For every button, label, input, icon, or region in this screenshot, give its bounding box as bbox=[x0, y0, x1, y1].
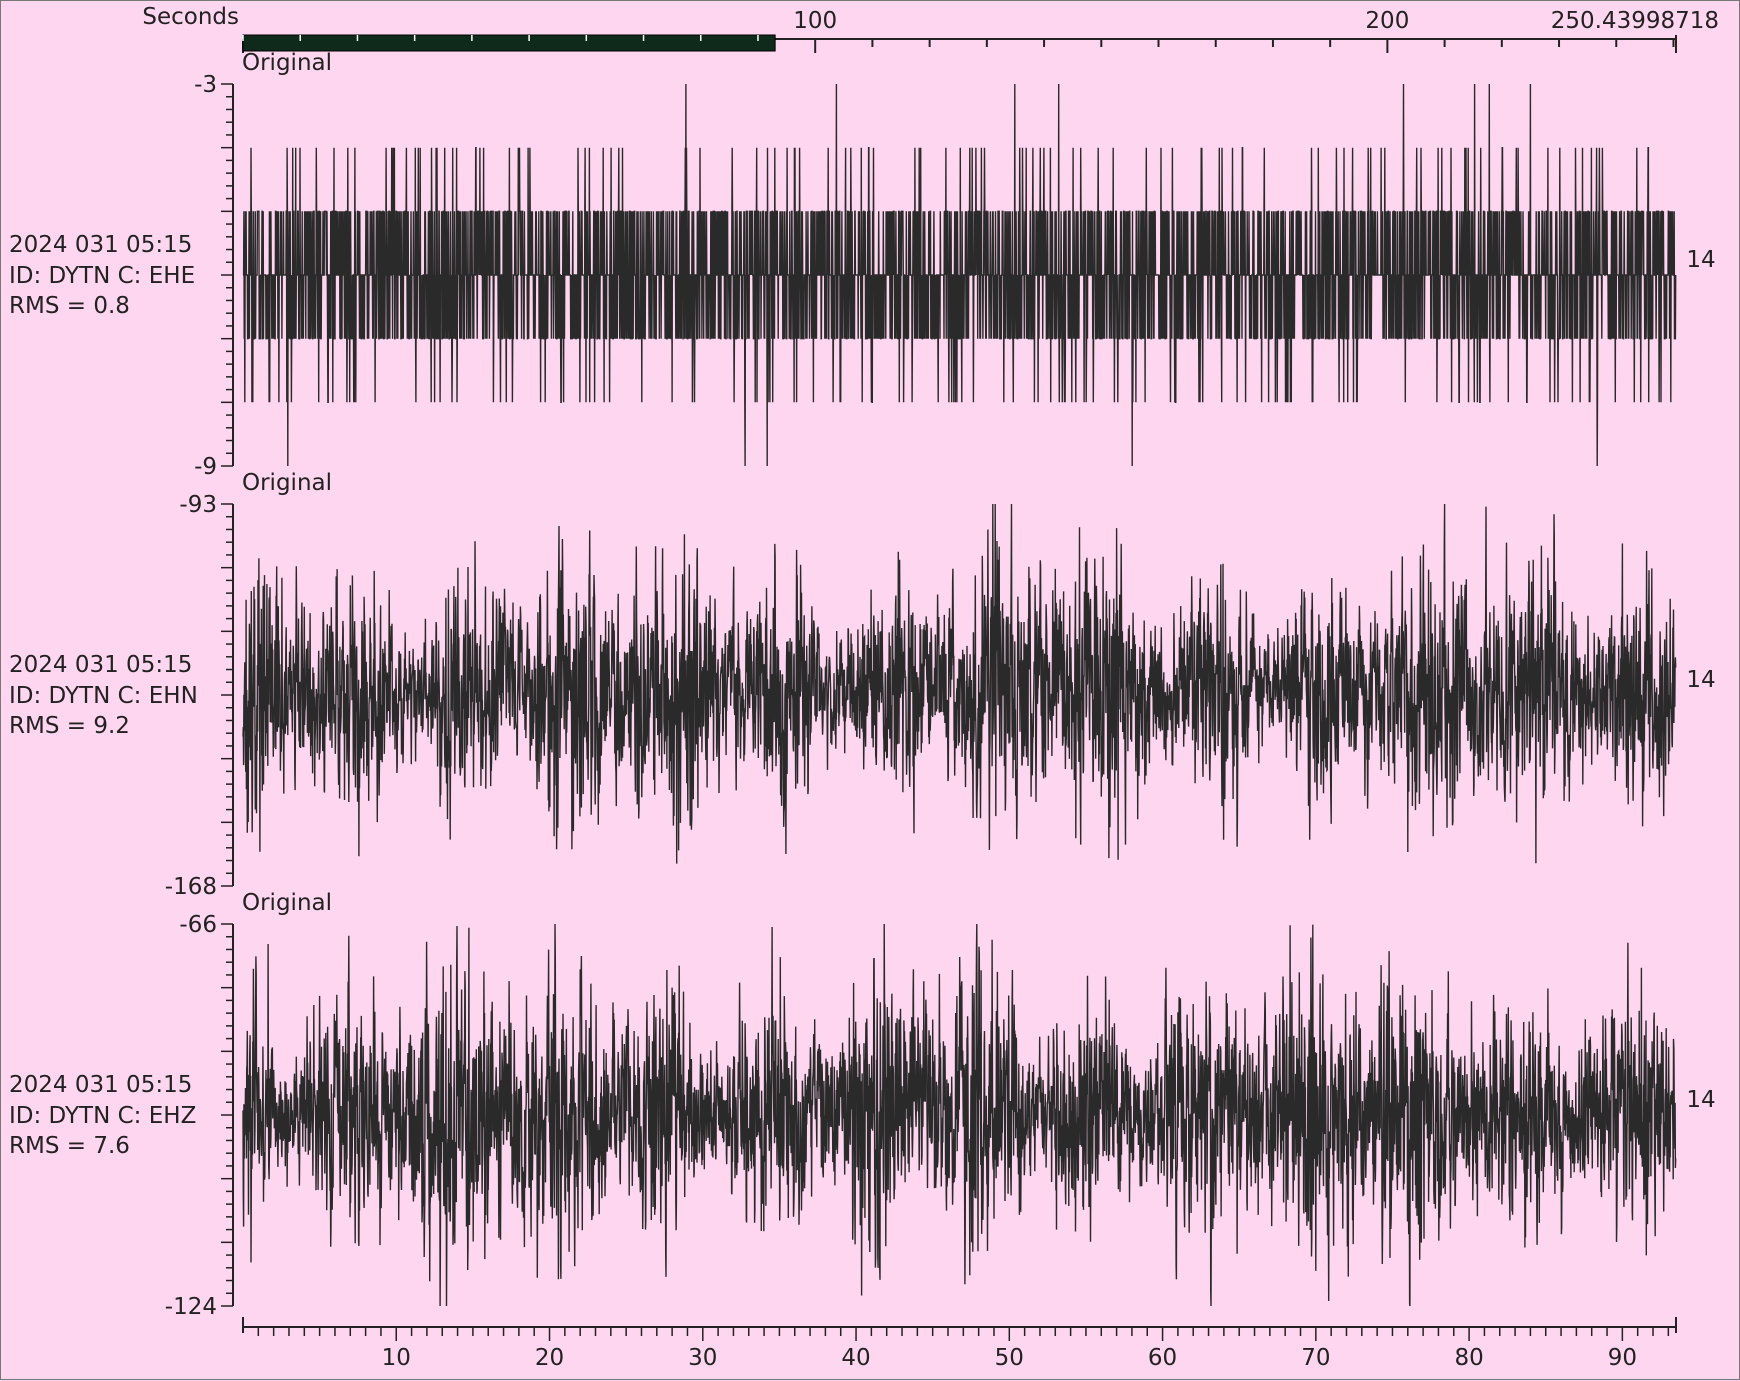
trace-tag: Original bbox=[242, 470, 332, 496]
trace-id-label: ID: DYTN C: EHZ bbox=[9, 1103, 196, 1129]
trace-scale-label: 14 bbox=[1686, 1087, 1715, 1113]
amplitude-top-label: -3 bbox=[194, 72, 217, 98]
bottom-axis-tick-label: 90 bbox=[1608, 1345, 1637, 1371]
amplitude-bottom-label: -168 bbox=[165, 874, 217, 900]
trace-date-label: 2024 031 05:15 bbox=[9, 232, 192, 258]
bottom-axis-tick-label: 50 bbox=[995, 1345, 1024, 1371]
bottom-axis-tick-label: 80 bbox=[1454, 1345, 1483, 1371]
amplitude-top-label: -66 bbox=[179, 912, 217, 938]
top-axis-end-label: 250.43998718 bbox=[1551, 8, 1719, 34]
top-axis-title: Seconds bbox=[142, 4, 239, 30]
trace-id-label: ID: DYTN C: EHE bbox=[9, 263, 195, 289]
trace-date-label: 2024 031 05:15 bbox=[9, 652, 192, 678]
bottom-axis-tick-label: 30 bbox=[688, 1345, 717, 1371]
amplitude-bottom-label: -124 bbox=[165, 1294, 217, 1320]
trace-scale-label: 14 bbox=[1686, 247, 1715, 273]
top-axis-tick-label: 200 bbox=[1365, 8, 1409, 34]
seismogram-plot: Seconds 100 200 250.43998718-3-9Original202… bbox=[9, 4, 1719, 1371]
bottom-axis-tick-label: 60 bbox=[1148, 1345, 1177, 1371]
waveform-trace bbox=[242, 923, 1677, 1307]
trace-tag: Original bbox=[242, 50, 332, 76]
waveform-trace bbox=[242, 503, 1677, 864]
trace-scale-label: 14 bbox=[1686, 667, 1715, 693]
trace-rms-label: RMS = 9.2 bbox=[9, 713, 130, 739]
bottom-axis-tick-label: 20 bbox=[535, 1345, 564, 1371]
bottom-axis-tick-label: 40 bbox=[841, 1345, 870, 1371]
visible-window-slider[interactable] bbox=[242, 34, 776, 52]
trace-id-label: ID: DYTN C: EHN bbox=[9, 683, 198, 709]
amplitude-top-label: -93 bbox=[179, 492, 217, 518]
trace-rms-label: RMS = 7.6 bbox=[9, 1133, 130, 1159]
amplitude-bottom-label: -9 bbox=[194, 454, 217, 480]
seismogram-window: Seconds 100 200 250.43998718 -3 -9 Original 202… bbox=[0, 0, 1740, 1380]
waveform-trace bbox=[242, 83, 1677, 467]
bottom-axis-tick-label: 70 bbox=[1301, 1345, 1330, 1371]
trace-date-label: 2024 031 05:15 bbox=[9, 1072, 192, 1098]
top-axis-tick-label: 100 bbox=[793, 8, 837, 34]
trace-rms-label: RMS = 0.8 bbox=[9, 293, 130, 319]
bottom-axis-tick-label: 10 bbox=[382, 1345, 411, 1371]
trace-tag: Original bbox=[242, 890, 332, 916]
